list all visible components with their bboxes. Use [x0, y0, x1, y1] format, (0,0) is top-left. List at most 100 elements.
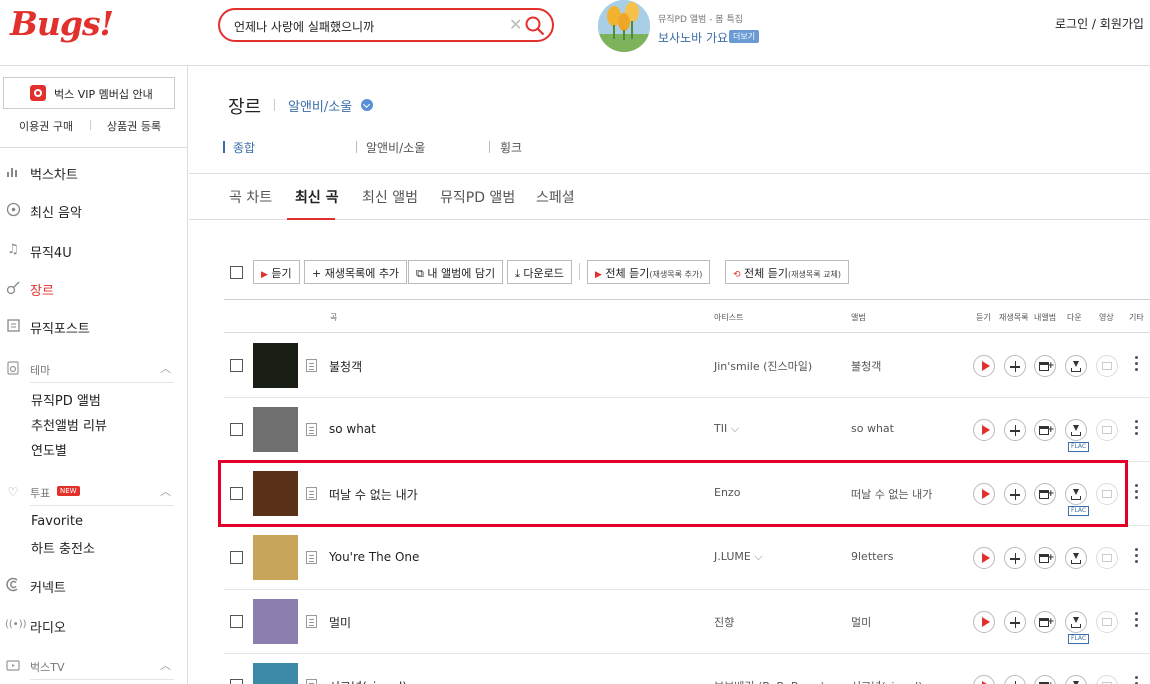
song-title[interactable]: 멀미: [329, 614, 351, 631]
row-checkbox[interactable]: [230, 423, 243, 436]
register-voucher-link[interactable]: 상품권 등록: [107, 118, 161, 134]
add-playlist-icon[interactable]: [1004, 675, 1026, 684]
artist-name[interactable]: J.LUME ⌵: [714, 550, 763, 564]
download-icon[interactable]: [1065, 355, 1087, 377]
tab-special[interactable]: 스페셜: [536, 187, 575, 207]
song-title[interactable]: 시그널(signal): [329, 678, 407, 684]
sidebar-group-tv[interactable]: 벅스TV ︿: [0, 655, 180, 677]
more-options-icon[interactable]: [1134, 354, 1138, 376]
album-name[interactable]: 시그널(signal): [851, 678, 922, 684]
add-album-button[interactable]: ⧉ 내 앨범에 담기: [408, 260, 504, 284]
add-playlist-icon[interactable]: [1004, 611, 1026, 633]
chevron-down-icon[interactable]: ⌵: [731, 422, 739, 435]
album-name[interactable]: so what: [851, 422, 894, 435]
play-icon[interactable]: [973, 675, 995, 684]
sidebar-item-music4u[interactable]: ♫ 뮤직4U: [0, 239, 180, 263]
more-options-icon[interactable]: [1134, 482, 1138, 504]
search-icon[interactable]: [524, 15, 546, 37]
sidebar-sub-musicpd[interactable]: 뮤직PD 앨범: [31, 390, 101, 409]
download-icon[interactable]: [1065, 419, 1087, 441]
tab-musicpd-albums[interactable]: 뮤직PD 앨범: [440, 187, 515, 207]
sidebar-group-theme[interactable]: 테마 ︿: [0, 358, 180, 380]
download-icon[interactable]: [1065, 547, 1087, 569]
song-title[interactable]: 떠날 수 없는 내가: [329, 486, 418, 503]
sidebar-sub-heart[interactable]: 하트 충전소: [31, 538, 95, 557]
download-icon[interactable]: [1065, 611, 1087, 633]
row-checkbox[interactable]: [230, 679, 243, 684]
subtab-rnb[interactable]: 알앤비/소울: [366, 139, 425, 156]
artist-name[interactable]: Enzo: [714, 486, 740, 499]
row-checkbox[interactable]: [230, 487, 243, 500]
table-row[interactable]: 떠날 수 없는 내가 Enzo 떠날 수 없는 내가 FLAC: [224, 462, 1150, 526]
artist-name[interactable]: TII ⌵: [714, 422, 739, 436]
add-album-icon[interactable]: [1034, 355, 1056, 377]
bugs-logo[interactable]: Bugs!: [10, 4, 114, 43]
lyrics-icon[interactable]: [306, 551, 317, 564]
album-name[interactable]: 떠날 수 없는 내가: [851, 486, 932, 502]
song-title[interactable]: so what: [329, 422, 376, 436]
sidebar-item-musicpost[interactable]: 뮤직포스트: [0, 315, 180, 339]
row-checkbox[interactable]: [230, 615, 243, 628]
table-row[interactable]: You're The One J.LUME ⌵ 9letters: [224, 526, 1150, 590]
listen-button[interactable]: ▶ 듣기: [253, 260, 300, 284]
artist-name[interactable]: Jin'smile (진스마일): [714, 358, 812, 374]
clear-icon[interactable]: ✕: [509, 16, 522, 34]
sidebar-item-new-music[interactable]: 최신 음악: [0, 199, 180, 223]
sidebar-item-radio[interactable]: ((•)) 라디오: [0, 614, 180, 638]
sidebar-sub-favorite[interactable]: Favorite: [31, 514, 83, 529]
song-title[interactable]: 불청객: [329, 358, 362, 375]
add-album-icon[interactable]: [1034, 547, 1056, 569]
album-name[interactable]: 멀미: [851, 614, 871, 630]
play-icon[interactable]: [973, 419, 995, 441]
listen-all-replace-button[interactable]: ⟲ 전체 듣기(재생목록 교체): [725, 260, 849, 284]
play-icon[interactable]: [973, 611, 995, 633]
add-playlist-button[interactable]: + 재생목록에 추가: [304, 260, 408, 284]
download-icon[interactable]: [1065, 675, 1087, 684]
table-row[interactable]: 불청객 Jin'smile (진스마일) 불청객: [224, 334, 1150, 398]
promo-more-badge[interactable]: 더보기: [729, 30, 760, 43]
add-album-icon[interactable]: [1034, 483, 1056, 505]
lyrics-icon[interactable]: [306, 423, 317, 436]
lyrics-icon[interactable]: [306, 487, 317, 500]
more-options-icon[interactable]: [1134, 546, 1138, 568]
download-icon[interactable]: [1065, 483, 1087, 505]
download-button[interactable]: ⤓ 다운로드: [507, 260, 572, 284]
promo-title[interactable]: 보사노바 가요: [658, 29, 728, 46]
artist-name[interactable]: 진향: [714, 614, 734, 630]
add-playlist-icon[interactable]: [1004, 419, 1026, 441]
select-all-checkbox[interactable]: [230, 266, 243, 279]
row-checkbox[interactable]: [230, 551, 243, 564]
sidebar-item-connect[interactable]: 커넥트: [0, 574, 180, 598]
row-checkbox[interactable]: [230, 359, 243, 372]
album-cover[interactable]: [253, 407, 298, 452]
more-options-icon[interactable]: [1134, 674, 1138, 684]
tab-new-songs[interactable]: 최신 곡: [295, 187, 339, 207]
chevron-up-icon[interactable]: ︿: [160, 657, 171, 673]
album-cover[interactable]: [253, 471, 298, 516]
add-playlist-icon[interactable]: [1004, 355, 1026, 377]
album-cover[interactable]: [253, 535, 298, 580]
artist-name[interactable]: 보보베리 (BoBoBerry) ⌵: [714, 678, 837, 684]
listen-all-add-button[interactable]: ▶ 전체 듣기(재생목록 추가): [587, 260, 711, 284]
subtab-funk[interactable]: 휭크: [500, 139, 522, 156]
chevron-up-icon[interactable]: ︿: [160, 360, 171, 376]
album-name[interactable]: 불청객: [851, 358, 881, 374]
play-icon[interactable]: [973, 547, 995, 569]
play-icon[interactable]: [973, 483, 995, 505]
lyrics-icon[interactable]: [306, 615, 317, 628]
lyrics-icon[interactable]: [306, 359, 317, 372]
vip-membership-button[interactable]: 벅스 VIP 멤버십 안내: [3, 77, 175, 109]
sidebar-sub-review[interactable]: 추천앨범 리뷰: [31, 415, 107, 434]
search-box[interactable]: ✕: [218, 8, 554, 42]
add-playlist-icon[interactable]: [1004, 483, 1026, 505]
album-cover[interactable]: [253, 599, 298, 644]
sidebar-sub-year[interactable]: 연도별: [31, 440, 67, 459]
table-row[interactable]: 멀미 진향 멀미 FLAC: [224, 590, 1150, 654]
tab-song-chart[interactable]: 곡 차트: [229, 187, 272, 207]
search-input[interactable]: [234, 16, 504, 36]
table-row[interactable]: 시그널(signal) 보보베리 (BoBoBerry) ⌵ 시그널(signal): [224, 654, 1150, 684]
add-album-icon[interactable]: [1034, 675, 1056, 684]
add-album-icon[interactable]: [1034, 419, 1056, 441]
genre-selector[interactable]: 알앤비/소울: [288, 96, 352, 115]
login-link[interactable]: 로그인 / 회원가입: [1055, 15, 1144, 32]
